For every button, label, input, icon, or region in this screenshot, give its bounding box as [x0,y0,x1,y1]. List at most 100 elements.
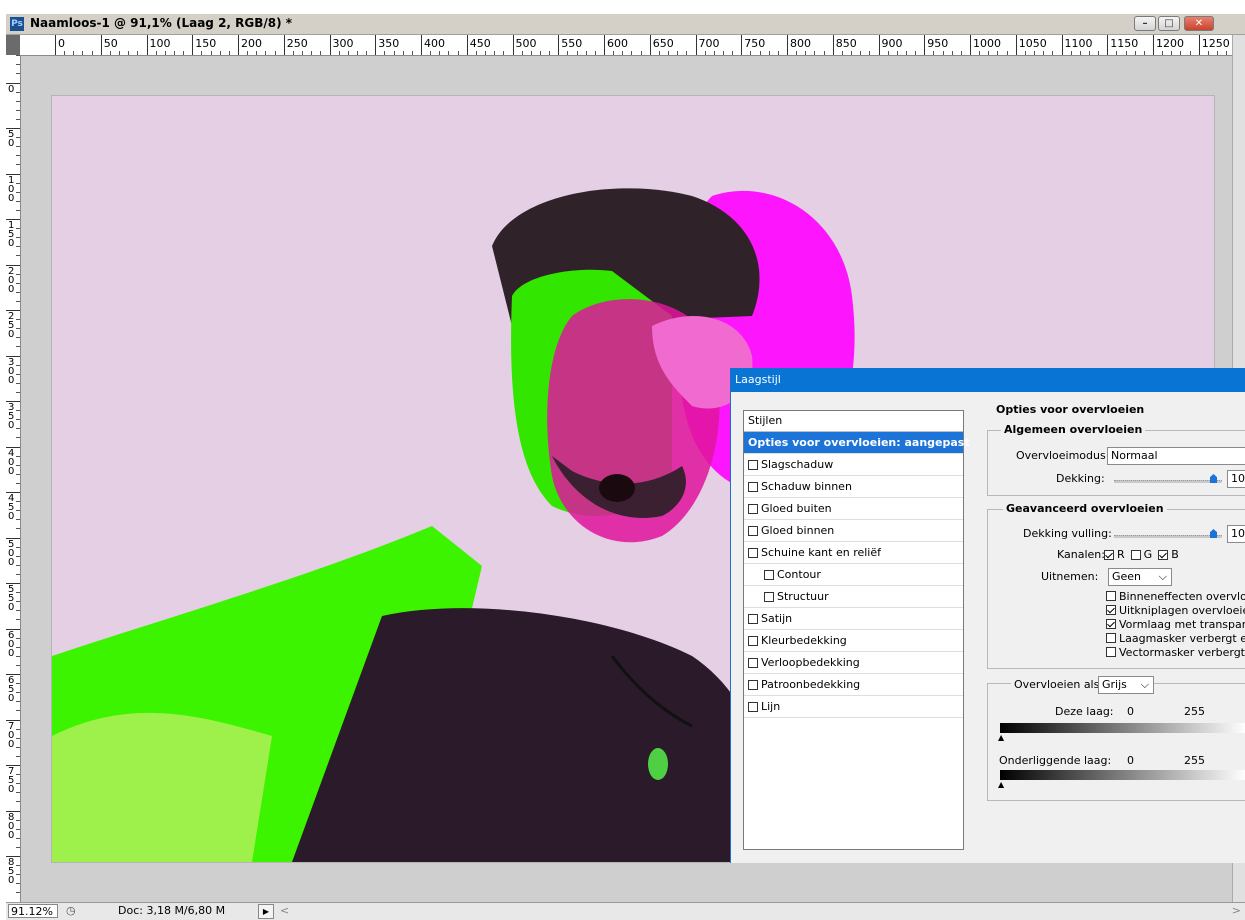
ruler-minor-tick [110,51,111,55]
style-checkbox[interactable] [764,592,774,602]
style-checkbox[interactable] [748,658,758,668]
advanced-option[interactable]: Binneneffecten overvloeien als groep [1106,589,1245,603]
style-item[interactable]: Contour [744,564,963,586]
scroll-right-icon[interactable]: > [1232,904,1241,917]
ruler-minor-tick [366,51,367,55]
advanced-option[interactable]: Uitkniplagen overvloeien als groep [1106,603,1245,617]
advanced-option[interactable]: Vectormasker verbergt effecten [1106,645,1245,659]
ruler-minor-tick [805,51,806,55]
style-item[interactable]: Schaduw binnen [744,476,963,498]
style-checkbox[interactable] [748,680,758,690]
ruler-minor-tick [476,51,477,55]
ruler-minor-tick [796,51,797,55]
opacity-label: Dekking: [1056,472,1105,485]
advanced-option[interactable]: Vormlaag met transparantie [1106,617,1245,631]
style-checkbox[interactable] [748,614,758,624]
fill-opacity-slider[interactable] [1114,535,1222,538]
style-checkbox[interactable] [748,636,758,646]
ruler-minor-tick [1180,51,1181,55]
channel-checkbox-g[interactable]: G [1131,548,1153,561]
zoom-input[interactable]: 91.12% [8,904,58,918]
ruler-minor-tick [933,51,934,55]
style-item[interactable]: Opties voor overvloeien: aangepast [744,432,963,454]
ruler-label: 150 [195,37,216,50]
channel-checkbox[interactable] [1131,550,1141,560]
style-item[interactable]: Gloed binnen [744,520,963,542]
clock-icon[interactable]: ◷ [66,904,76,917]
advanced-option-checkbox[interactable] [1106,647,1116,657]
minimize-button[interactable]: – [1134,16,1156,31]
advanced-option-checkbox[interactable] [1106,619,1116,629]
ruler-minor-tick [16,656,20,657]
underlying-layer-gradient[interactable] [1000,770,1245,780]
underlying-layer-black-slider[interactable]: ▲ [998,781,1004,789]
style-checkbox[interactable] [748,548,758,558]
channel-checkbox[interactable] [1104,550,1114,560]
style-item[interactable]: Schuine kant en reliëf [744,542,963,564]
maximize-button[interactable]: □ [1158,16,1180,31]
style-checkbox[interactable] [748,482,758,492]
ruler-minor-tick [613,51,614,55]
channel-checkbox-r[interactable]: R [1104,548,1125,561]
style-item[interactable]: Patroonbedekking [744,674,963,696]
style-checkbox[interactable] [748,460,758,470]
style-item[interactable]: Kleurbedekking [744,630,963,652]
fill-opacity-input[interactable]: 100 [1227,525,1245,543]
this-layer-black-slider[interactable]: ▲ [998,734,1004,742]
channel-checkbox-b[interactable]: B [1158,548,1179,561]
advanced-option-checkbox[interactable] [1106,605,1116,615]
advanced-option-checkbox[interactable] [1106,591,1116,601]
knockout-select[interactable]: Geen ⌵ [1108,568,1172,586]
ruler-minor-tick [641,51,642,55]
style-item[interactable]: Lijn [744,696,963,718]
blend-mode-select[interactable]: Normaal [1107,447,1245,465]
ruler-minor-tick [760,51,761,55]
general-blending-title: Algemeen overvloeien [1001,423,1145,436]
ruler-minor-tick [494,51,495,55]
style-checkbox[interactable] [748,702,758,712]
advanced-option-checkbox[interactable] [1106,633,1116,643]
ruler-label: 1050 [1019,37,1047,50]
close-button[interactable]: ✕ [1184,16,1214,31]
advanced-option[interactable]: Laagmasker verbergt effecten [1106,631,1245,645]
ruler-minor-tick [1144,51,1145,55]
photoshop-icon: Ps [10,17,24,31]
horizontal-ruler[interactable]: 0501001502002503003504004505005506006507… [20,35,1245,56]
opacity-input[interactable]: 100 [1227,470,1245,488]
blend-if-select[interactable]: Grijs ⌵ [1098,676,1154,694]
ruler-major-tick [558,35,559,55]
style-item[interactable]: Structuur [744,586,963,608]
style-item[interactable]: Verloopbedekking [744,652,963,674]
ruler-label: 5 5 0 [8,585,18,612]
style-item[interactable]: Satijn [744,608,963,630]
ruler-major-tick [467,35,468,55]
ruler-minor-tick [1217,51,1218,55]
ruler-minor-tick [540,51,541,55]
style-checkbox[interactable] [748,504,758,514]
ruler-label: 350 [378,37,399,50]
style-item[interactable]: Slagschaduw [744,454,963,476]
this-layer-gradient[interactable] [1000,723,1245,733]
scroll-left-icon[interactable]: < [280,904,289,917]
vertical-ruler[interactable]: 5 005 01 0 01 5 02 0 02 5 03 0 03 5 04 0… [6,55,21,903]
style-checkbox[interactable] [764,570,774,580]
yellow-highlight [52,713,272,862]
status-menu-button[interactable]: ▶ [258,904,274,919]
channel-checkbox[interactable] [1158,550,1168,560]
ruler-minor-tick [485,51,486,55]
opacity-slider[interactable] [1114,480,1222,483]
document-info: Doc: 3,18 M/6,80 M [118,904,225,917]
style-item[interactable]: Gloed buiten [744,498,963,520]
ruler-label: 7 5 0 [8,767,18,794]
ruler-minor-tick [659,51,660,55]
document-titlebar[interactable]: Ps Naamloos-1 @ 91,1% (Laag 2, RGB/8) * … [6,14,1245,35]
dialog-titlebar[interactable]: Laagstijl [731,368,1245,392]
ruler-label: 1150 [1110,37,1138,50]
ruler-minor-tick [201,51,202,55]
ruler-minor-tick [686,51,687,55]
style-checkbox[interactable] [748,526,758,536]
style-label: Kleurbedekking [761,630,847,651]
styles-header[interactable]: Stijlen [744,411,963,432]
ruler-minor-tick [119,51,120,55]
ruler-label: 2 0 0 [8,267,18,294]
